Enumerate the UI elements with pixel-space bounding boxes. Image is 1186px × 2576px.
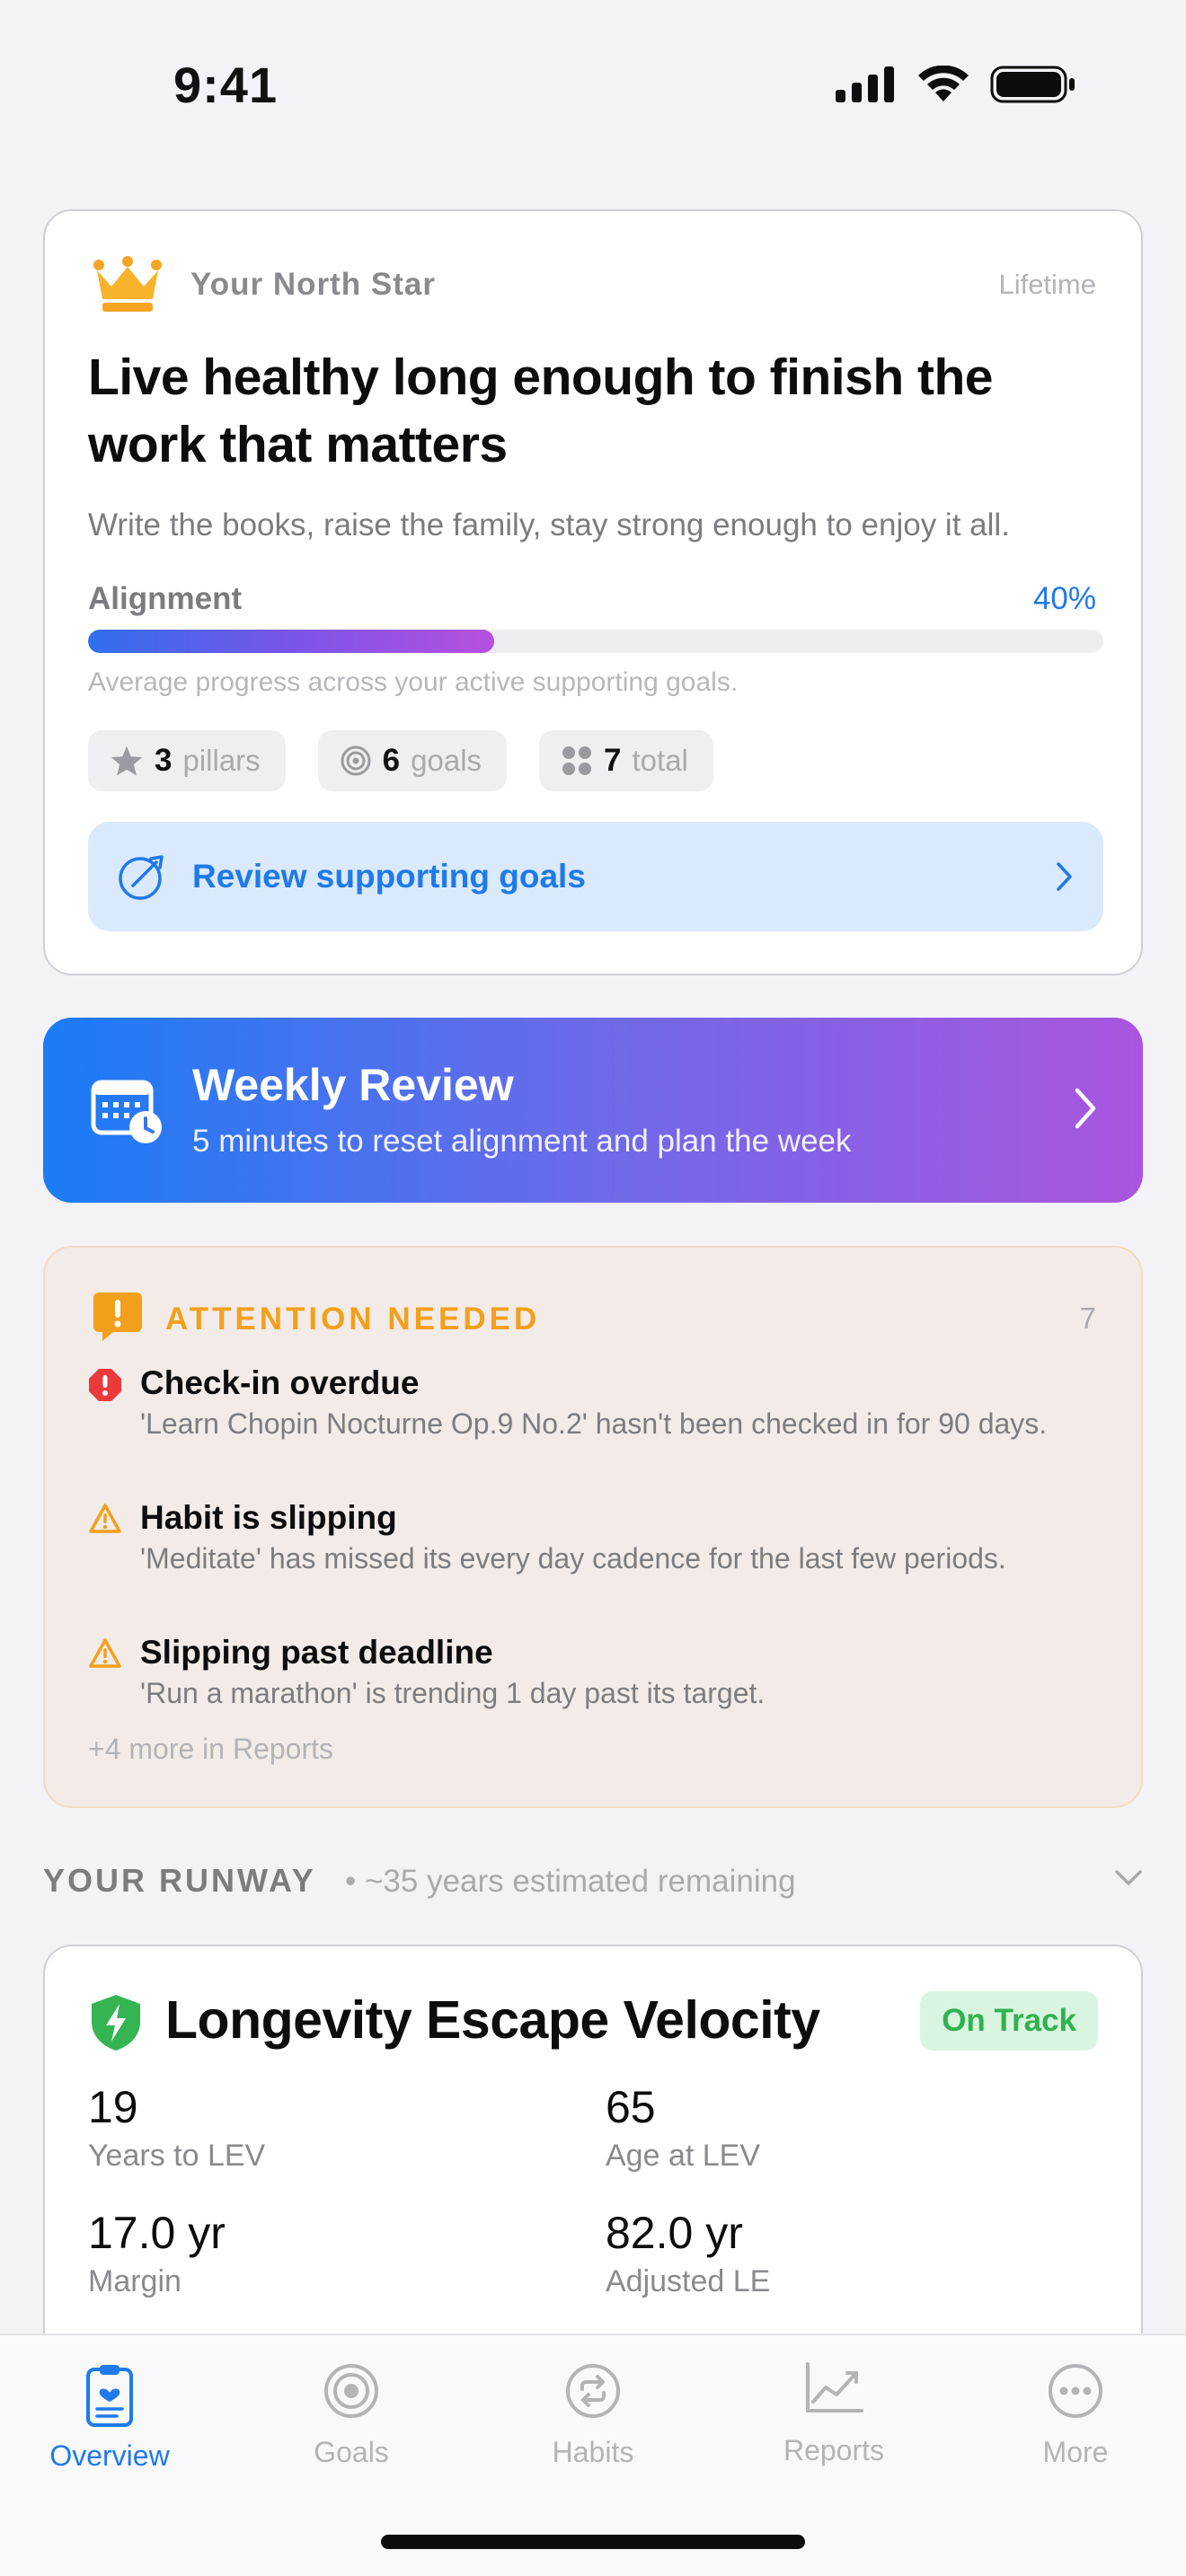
home-indicator[interactable] <box>381 2535 805 2549</box>
grid-dots-icon <box>562 746 592 775</box>
warning-triangle-icon <box>89 1638 121 1668</box>
ellipsis-circle-icon <box>1049 2364 1102 2418</box>
north-star-term: Lifetime <box>998 269 1096 300</box>
tab-label: Reports <box>783 2434 885 2466</box>
attention-item-title: Habit is slipping <box>140 1499 397 1536</box>
alignment-percent: 40% <box>1032 581 1096 616</box>
lev-stat-years-to-lev: 19 Years to LEV <box>88 2081 265 2174</box>
runway-title: YOUR RUNWAY <box>43 1862 316 1899</box>
shield-bolt-icon <box>92 1995 140 2051</box>
status-time: 9:41 <box>173 57 279 113</box>
lev-stat-margin: 17.0 yr Margin <box>88 2207 226 2299</box>
alignment-progress-bar <box>88 630 1103 653</box>
status-icons <box>836 65 1076 104</box>
target-arrow-icon <box>119 855 164 900</box>
repeat-icon <box>566 2364 620 2418</box>
attention-item-title: Slipping past deadline <box>140 1634 493 1671</box>
attention-more-link[interactable]: +4 more in Reports <box>88 1733 333 1766</box>
goals-label: goals <box>411 744 482 777</box>
attention-item-desc: 'Run a marathon' is trending 1 day past … <box>140 1677 766 1709</box>
weekly-review-button[interactable]: Weekly Review 5 minutes to reset alignme… <box>43 1018 1143 1203</box>
tab-label: Overview <box>49 2439 170 2472</box>
attention-count: 7 <box>1079 1301 1096 1335</box>
pillars-count: 3 <box>155 743 173 778</box>
chevron-right-icon <box>1057 862 1072 891</box>
wifi-icon <box>918 66 969 101</box>
stat-value: 19 <box>88 2082 138 2132</box>
attention-item-desc: 'Learn Chopin Nocturne Op.9 No.2' hasn't… <box>140 1407 1048 1440</box>
target-icon <box>341 745 371 776</box>
north-star-label: Your North Star <box>190 267 436 302</box>
tab-label: Habits <box>552 2436 634 2468</box>
total-label: total <box>632 744 688 777</box>
cellular-signal-icon <box>836 66 894 102</box>
stat-label: Adjusted LE <box>606 2264 771 2298</box>
calendar-clock-icon <box>91 1080 162 1143</box>
stat-label: Margin <box>88 2264 181 2298</box>
attention-card: ATTENTION NEEDED 7 Check-in overdue 'Lea… <box>43 1246 1143 1808</box>
review-supporting-goals-button[interactable]: Review supporting goals <box>88 822 1103 931</box>
error-octagon-icon <box>89 1369 121 1401</box>
goals-count: 6 <box>382 743 401 778</box>
alignment-progress-fill <box>88 630 494 653</box>
chevron-right-icon <box>1075 1088 1096 1129</box>
weekly-review-subtitle: 5 minutes to reset alignment and plan th… <box>192 1124 852 1159</box>
target-icon <box>324 2364 378 2418</box>
north-star-subtitle: Write the books, raise the family, stay … <box>88 507 1010 543</box>
battery-icon <box>990 66 1075 103</box>
north-star-title: Live healthy long enough to finish the w… <box>88 348 994 473</box>
status-badge: On Track <box>920 1991 1098 2051</box>
chevron-down-icon <box>1115 1870 1142 1885</box>
review-supporting-goals-label: Review supporting goals <box>192 858 586 895</box>
north-star-card: Your North Star Lifetime Live healthy lo… <box>43 209 1143 975</box>
total-chip: 7 total <box>539 730 713 791</box>
crown-icon <box>93 256 162 312</box>
alignment-label: Alignment <box>88 581 243 616</box>
status-bar: 9:41 <box>0 0 1186 171</box>
runway-section-header[interactable]: YOUR RUNWAY • ~35 years estimated remain… <box>43 1862 1143 1907</box>
stat-label: Age at LEV <box>606 2139 761 2173</box>
alignment-caption: Average progress across your active supp… <box>88 667 739 697</box>
pillars-chip: 3 pillars <box>88 730 286 791</box>
stat-value: 17.0 yr <box>88 2208 226 2258</box>
lev-title: Longevity Escape Velocity <box>165 1990 820 2050</box>
stat-value: 65 <box>606 2082 656 2132</box>
stat-value: 82.0 yr <box>606 2208 743 2258</box>
alert-bubble-icon <box>93 1292 142 1341</box>
attention-item-desc: 'Meditate' has missed its every day cade… <box>140 1542 1006 1575</box>
stat-label: Years to LEV <box>88 2139 266 2173</box>
tab-label: Goals <box>314 2436 389 2468</box>
warning-triangle-icon <box>89 1504 121 1533</box>
weekly-review-title: Weekly Review <box>192 1060 514 1110</box>
lev-stat-adjusted-le: 82.0 yr Adjusted LE <box>606 2207 770 2299</box>
star-icon <box>111 745 143 776</box>
total-count: 7 <box>604 743 622 778</box>
pillars-label: pillars <box>182 744 261 777</box>
clipboard-heart-icon <box>86 2365 133 2427</box>
chart-line-icon <box>806 2362 863 2413</box>
tab-label: More <box>1042 2436 1109 2468</box>
attention-item-title: Check-in overdue <box>140 1364 420 1401</box>
goals-chip: 6 goals <box>317 730 508 791</box>
lev-stat-age-at-lev: 65 Age at LEV <box>606 2081 760 2174</box>
north-star-stats: 3 pillars 6 goals 7 total <box>88 730 713 791</box>
attention-title: ATTENTION NEEDED <box>165 1301 541 1337</box>
runway-subtitle: • ~35 years estimated remaining <box>345 1864 796 1899</box>
